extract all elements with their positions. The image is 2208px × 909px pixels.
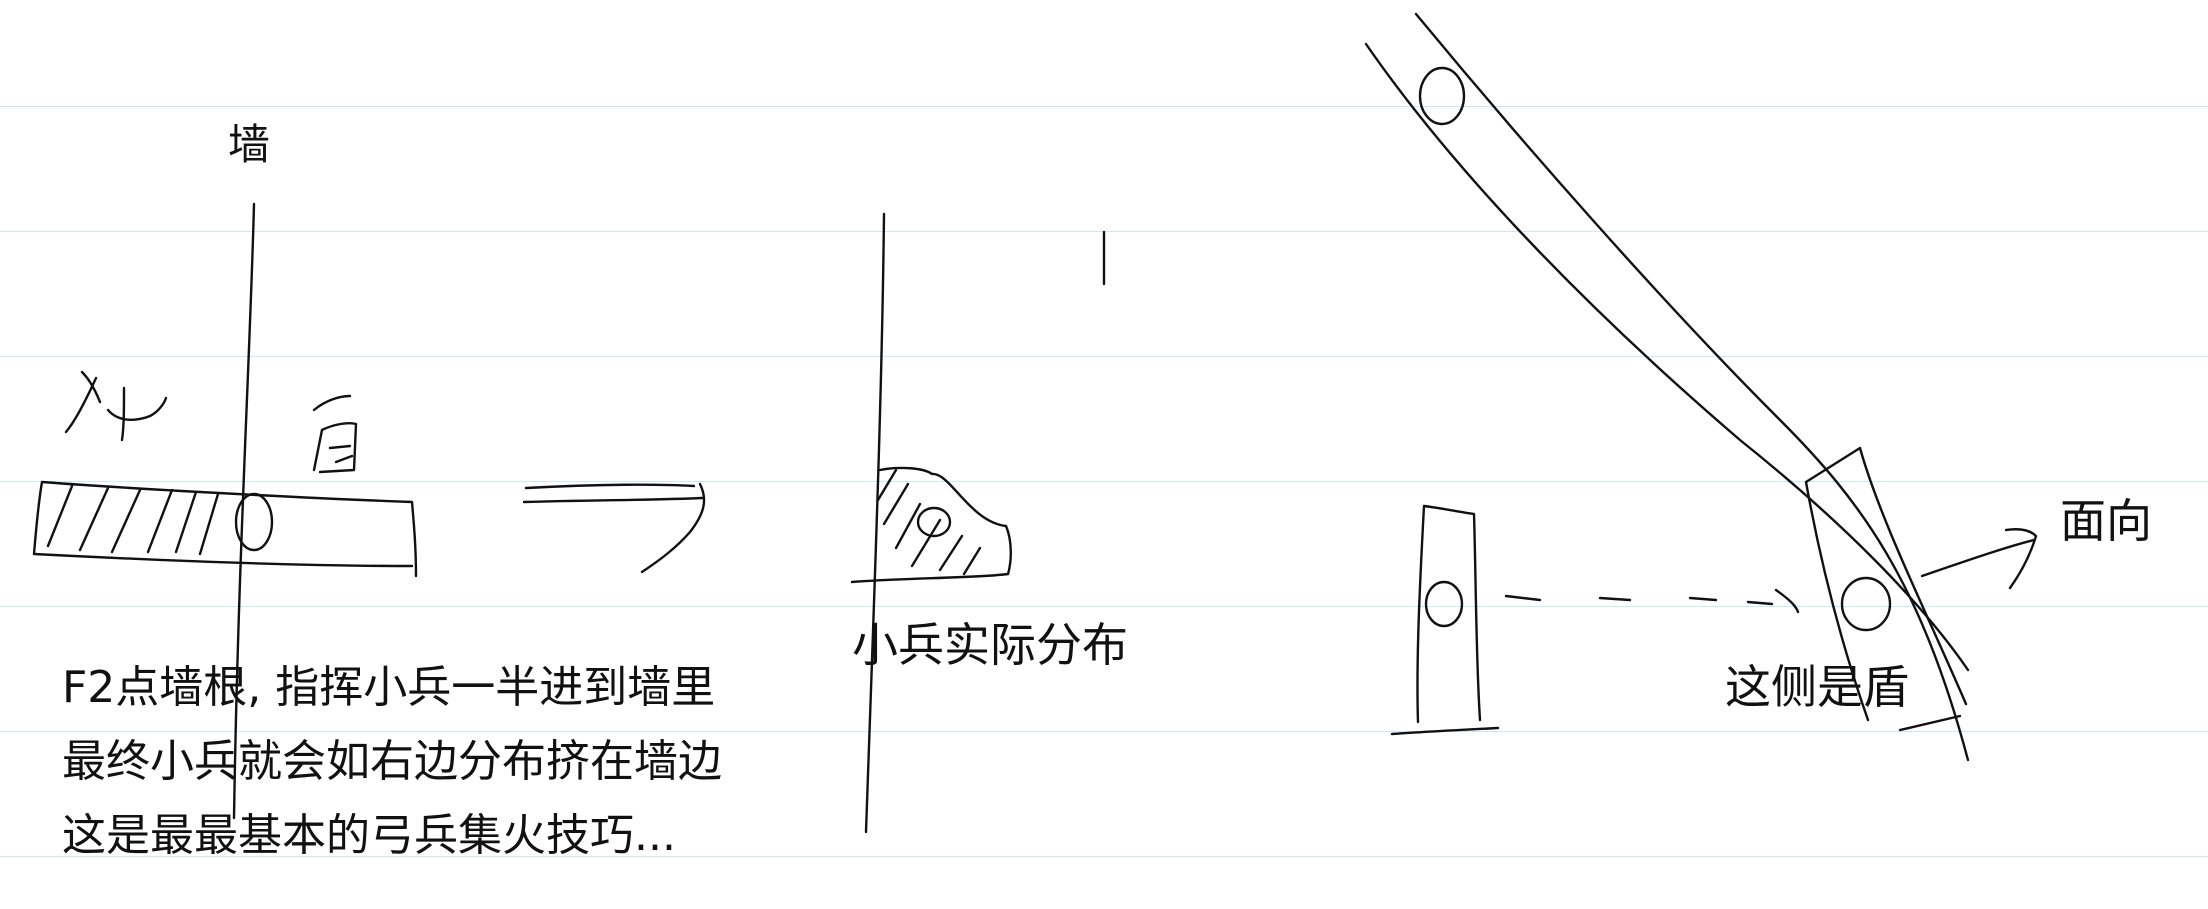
- unit-hatching: [46, 484, 220, 556]
- note-line-2: 最终小兵就会如右边分布挤在墙边: [62, 736, 722, 787]
- facing-arrow: [1920, 528, 2038, 590]
- wall-line-right: [864, 212, 886, 834]
- wall-label: 墙: [228, 120, 271, 169]
- notebook-page: 墙 小兵实际分布 这侧是盾 面向 F2点墙根, 指挥小兵一半进到墙里 最终小兵就…: [0, 0, 2208, 909]
- transition-arrow: [522, 482, 706, 574]
- long-unit-lower-line: [1414, 12, 1970, 762]
- note-line-3: 这是最最基本的弓兵集火技巧...: [62, 810, 676, 861]
- shield-side-label: 这侧是盾: [1725, 660, 1909, 714]
- handwriting-outside: [64, 370, 168, 442]
- dashed-movement-arrow: [1504, 588, 1800, 614]
- note-line-1: F2点墙根, 指挥小兵一半进到墙里: [62, 662, 716, 713]
- facing-label: 面向: [2060, 494, 2152, 548]
- soldier-distribution-label: 小兵实际分布: [852, 618, 1128, 672]
- handwriting-inside: [312, 394, 358, 474]
- long-unit-upper-line: [1364, 42, 1970, 672]
- unit-marker-turned: [1840, 576, 1892, 632]
- packed-unit-hatching: [876, 468, 982, 576]
- unit-formation-outline: [32, 480, 418, 578]
- unit-marker-top: [1418, 66, 1466, 126]
- unit-marker-standing: [1424, 580, 1464, 628]
- standing-unit-outline: [1390, 504, 1500, 736]
